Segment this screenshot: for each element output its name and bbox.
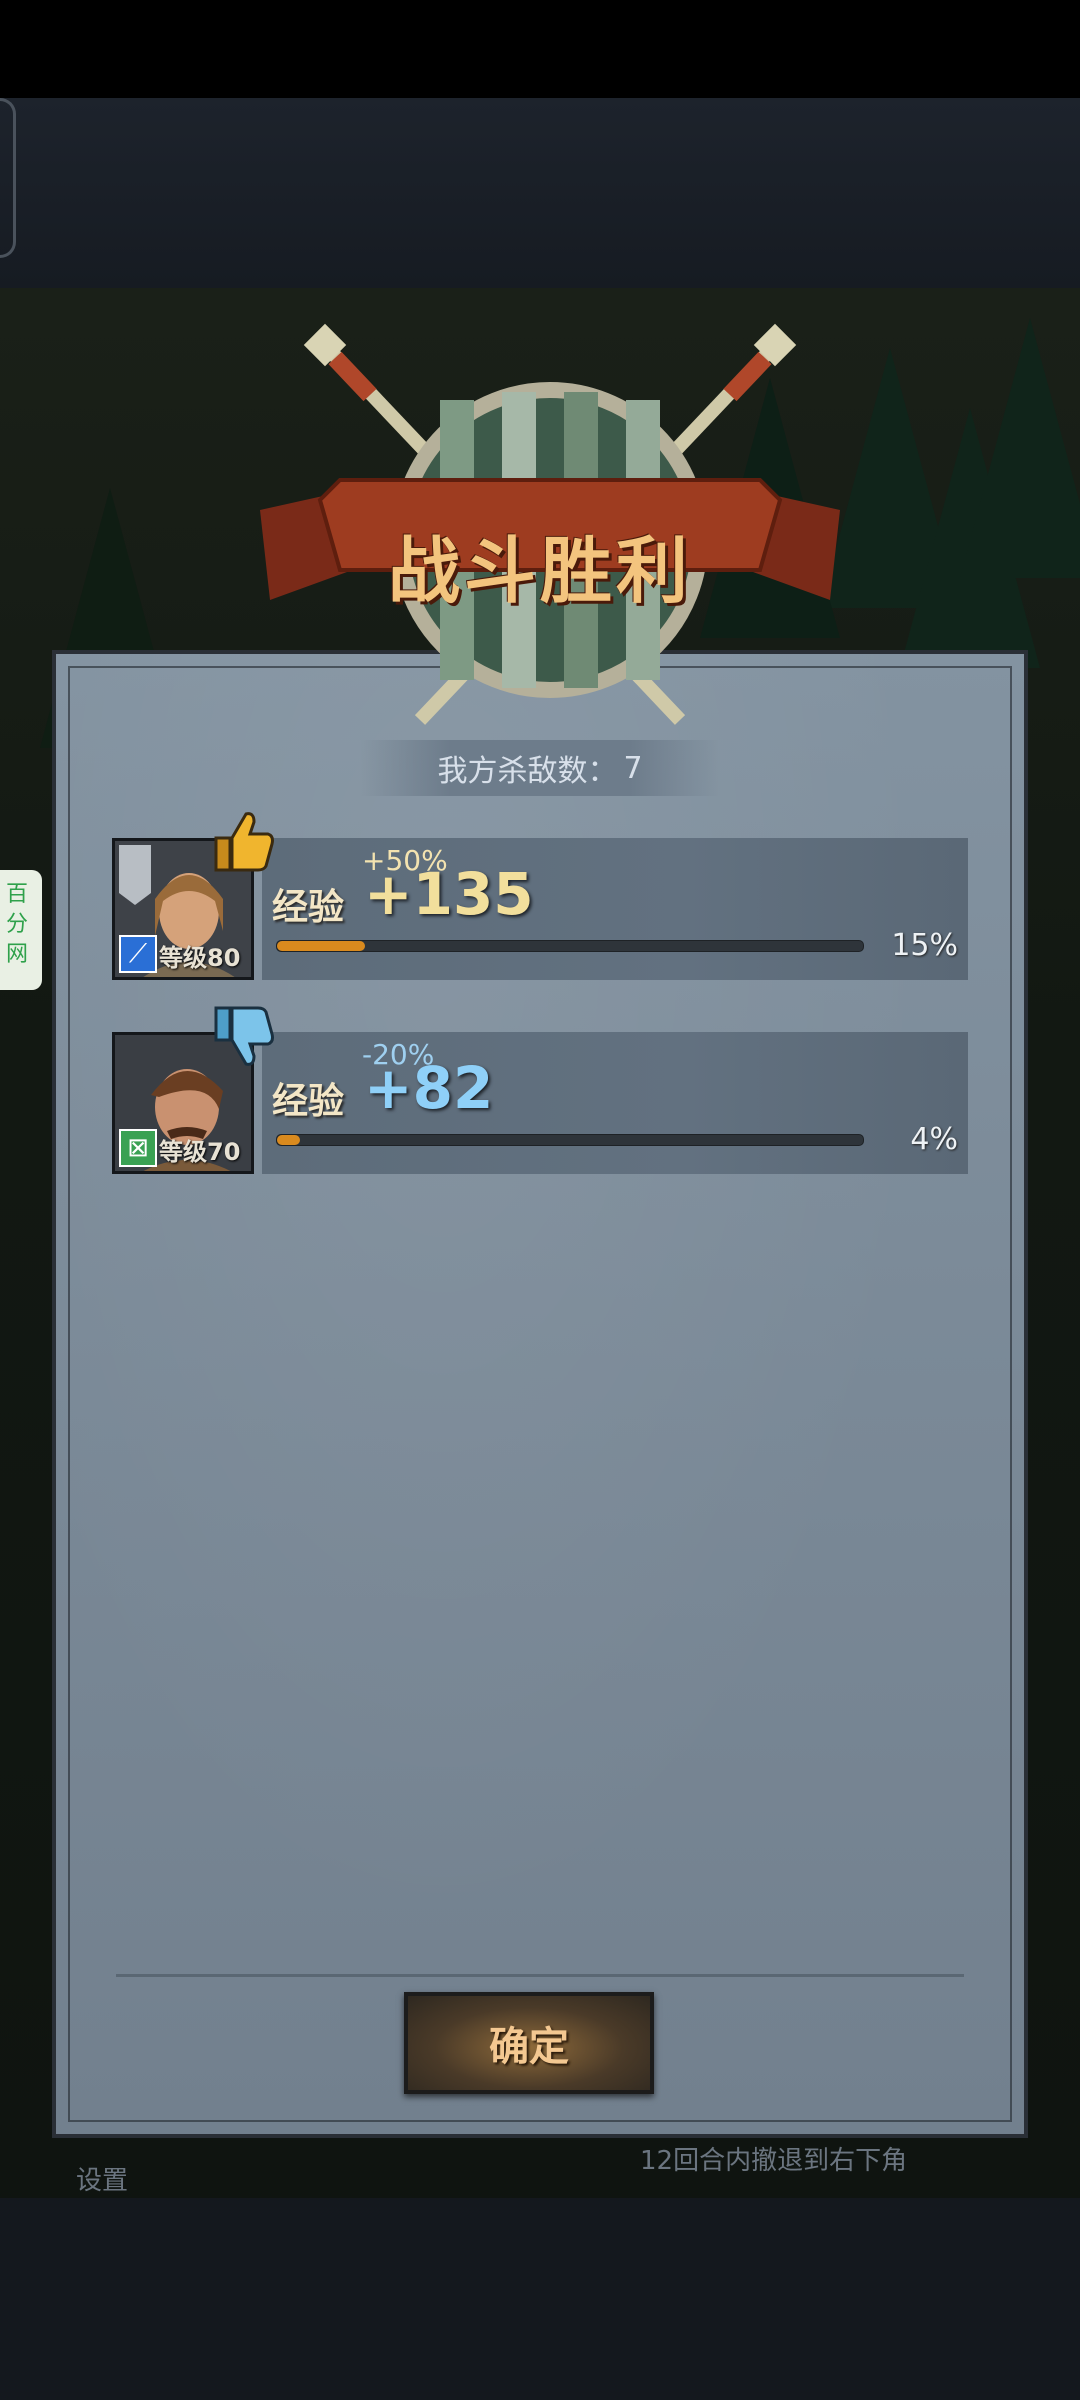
thumbs-up-icon	[214, 812, 274, 872]
hero-level: 等级80	[159, 944, 241, 972]
bottom-bar-area	[0, 2198, 1080, 2400]
exp-gain: +82	[364, 1054, 494, 1122]
hero-exp-row: ⊠ 等级70 -20% 经验 +82 4%	[112, 1006, 968, 1174]
banner-icon	[119, 845, 151, 905]
confirm-button-label: 确定	[489, 2024, 569, 2070]
confirm-button[interactable]: 确定	[404, 1992, 654, 2094]
exp-progress-bar	[276, 1134, 864, 1146]
exp-progress-fill	[277, 1135, 301, 1145]
exp-progress-percent: 15%	[891, 928, 958, 963]
exp-label: 经验	[272, 887, 345, 928]
settings-label-background: 设置	[76, 2166, 129, 2196]
top-strip	[0, 98, 1080, 288]
back-tab-edge[interactable]	[0, 98, 16, 258]
status-bar-area	[0, 0, 1080, 98]
hero-level: 等级70	[159, 1138, 241, 1166]
exp-label: 经验	[272, 1081, 345, 1122]
side-tab-label: 百分网	[6, 882, 29, 967]
objective-text-background: 12回合内撤退到右下角	[640, 2146, 908, 2176]
crossed-box-icon: ⊠	[119, 1129, 157, 1167]
exp-gain: +135	[364, 860, 534, 928]
exp-progress-bar	[276, 940, 864, 952]
exp-progress-fill	[277, 941, 365, 951]
hero-exp-row: ⟋ 等级80 +50% 经验 +135 15%	[112, 812, 968, 980]
exp-progress-percent: 4%	[910, 1122, 958, 1157]
kill-count-label: 我方杀敌数：	[437, 754, 618, 789]
kill-count-value: 7	[623, 750, 643, 786]
page-title: 战斗胜利	[387, 529, 692, 613]
kill-count-bar: 我方杀敌数： 7	[360, 740, 720, 796]
sword-icon: ⟋	[119, 935, 157, 973]
panel-divider	[116, 1974, 964, 1977]
side-tab[interactable]: 百分网	[0, 870, 42, 990]
thumbs-down-icon	[214, 1006, 274, 1066]
